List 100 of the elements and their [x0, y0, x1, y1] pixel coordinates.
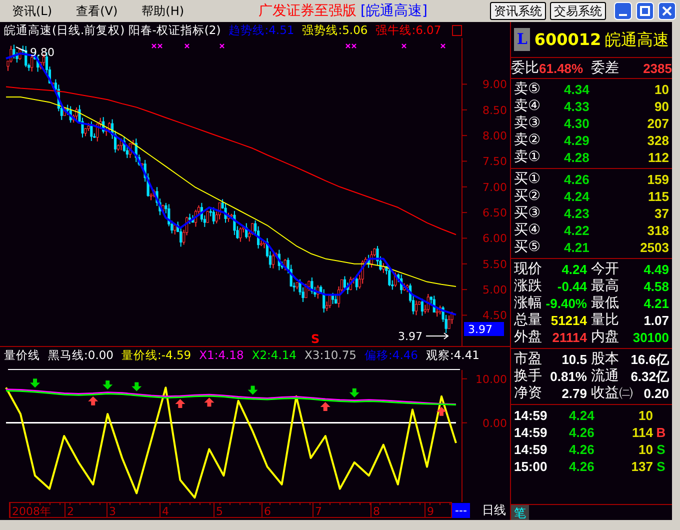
order-price: 4.29	[564, 132, 590, 149]
order-level-label: 买③	[514, 205, 542, 222]
arrow-icon	[426, 332, 449, 340]
trade-side: S	[656, 459, 666, 474]
order-level-label: 卖④	[514, 98, 542, 115]
axis-label: 7.50	[482, 155, 507, 168]
trade-side: S	[656, 442, 666, 457]
panel-tab[interactable]: 笔	[511, 505, 529, 520]
trade-volume: 114	[632, 424, 653, 441]
indicator-name: 量价线	[4, 346, 40, 362]
stat-value: -9.40%	[544, 295, 587, 312]
stat-label: 涨幅	[514, 295, 542, 312]
order-level-label: 卖③	[514, 115, 542, 132]
month-label: 8	[373, 505, 380, 518]
order-price: 4.28	[564, 149, 590, 166]
cross-mark-icon	[440, 43, 446, 49]
month-label: 2	[67, 505, 74, 518]
order-price: 4.33	[564, 98, 590, 115]
stat-label: 内盘	[591, 329, 619, 346]
stat-label: 股本	[591, 351, 619, 368]
trade-time: 14:59	[514, 441, 548, 458]
stat-value: 4.24	[560, 261, 587, 278]
stat-label: 最低	[591, 295, 619, 312]
trade-volume: 10	[638, 407, 653, 424]
month-label: 7	[315, 505, 322, 518]
axis-label: 10.00	[476, 372, 507, 386]
axis-label: 5.50	[482, 258, 507, 271]
up-arrow-icon	[436, 406, 446, 416]
down-arrow-icon	[102, 380, 113, 390]
stock-name: 皖通高速	[605, 28, 670, 50]
trade-volume: 137	[631, 458, 653, 475]
up-arrow-icon	[175, 398, 186, 408]
order-level-label: 买⑤	[514, 239, 542, 256]
quote-value: 2385	[643, 60, 672, 76]
month-label: 4	[162, 505, 169, 518]
menu-item[interactable]: 帮助(H)	[130, 2, 196, 20]
cross-mark-icon	[401, 43, 407, 49]
period-button[interactable]: ---	[452, 502, 470, 518]
stat-label: 收益㈡	[591, 385, 633, 402]
system-button[interactable]: 资讯系统	[490, 2, 546, 20]
stat-label: 净资	[514, 385, 542, 402]
month-label: 9	[427, 505, 434, 518]
last-price-label: 3.97	[464, 322, 504, 336]
trade-price: 4.26	[569, 458, 596, 475]
trade-time: 14:59	[514, 407, 548, 424]
indicator-value: 强牛线:6.07	[376, 22, 442, 38]
up-arrow-icon	[320, 402, 330, 412]
order-volume: 318	[647, 222, 669, 239]
leader-line	[16, 46, 28, 52]
month-label: 3	[109, 505, 116, 518]
order-volume: 328	[647, 132, 669, 149]
axis-label: 9.00	[482, 78, 507, 92]
minimize-button[interactable]	[614, 2, 632, 20]
stat-value: 4.21	[644, 295, 669, 312]
indicator-value: X2:4.14	[252, 346, 296, 362]
order-volume: 2503	[640, 239, 669, 256]
year-label: 2008年	[12, 505, 51, 518]
month-label: 6	[264, 505, 271, 518]
axis-label: 7.00	[482, 180, 507, 194]
down-arrow-icon	[349, 388, 360, 398]
order-price: 4.26	[564, 171, 590, 188]
order-volume: 159	[647, 171, 669, 188]
stock-title: [皖通高速]	[360, 2, 428, 18]
system-button[interactable]: 交易系统	[550, 2, 606, 20]
indicator-value: X1:4.18	[199, 346, 244, 362]
order-level-label: 卖⑤	[514, 81, 542, 98]
down-arrow-icon	[248, 386, 258, 395]
stat-value: 16.6亿	[630, 351, 669, 368]
stat-value: 1.07	[644, 312, 669, 329]
axis-label: 6.00	[482, 232, 507, 246]
stat-value: 10.5	[560, 351, 587, 368]
close-button[interactable]	[658, 2, 676, 20]
order-price: 4.22	[564, 222, 590, 239]
period-label[interactable]: 日线	[482, 502, 506, 518]
axis-label: 0.00	[482, 416, 507, 430]
month-label: 5	[216, 505, 223, 518]
stat-value: 0.81%	[549, 368, 587, 385]
axis-label: 6.50	[482, 206, 507, 220]
quote-value: 61.48%	[539, 60, 584, 76]
trade-price: 4.26	[569, 441, 596, 458]
order-level-label: 卖②	[514, 132, 542, 149]
stat-label: 换手	[514, 368, 542, 385]
axis-label: 8.00	[482, 130, 507, 143]
menu-item[interactable]: 资讯(L)	[0, 2, 64, 20]
stat-label: 外盘	[514, 329, 542, 346]
stat-label: 涨跌	[514, 278, 542, 295]
order-price: 4.21	[564, 239, 590, 256]
down-arrow-icon	[132, 382, 142, 392]
indicator-value: 观察:4.41	[426, 346, 480, 362]
order-price: 4.34	[564, 81, 590, 98]
up-arrow-icon	[88, 396, 98, 406]
order-level-label: 买④	[514, 222, 542, 239]
stat-value: 4.49	[644, 261, 669, 278]
app-title: 广发证券至强版	[258, 2, 357, 18]
stat-value: 6.32亿	[630, 368, 669, 385]
indicator-value: 强势线:5.06	[302, 22, 368, 38]
stat-value: 0.20	[644, 385, 669, 402]
stat-value: 4.58	[644, 278, 669, 295]
maximize-button[interactable]	[636, 2, 654, 20]
menu-item[interactable]: 查看(V)	[64, 2, 130, 20]
